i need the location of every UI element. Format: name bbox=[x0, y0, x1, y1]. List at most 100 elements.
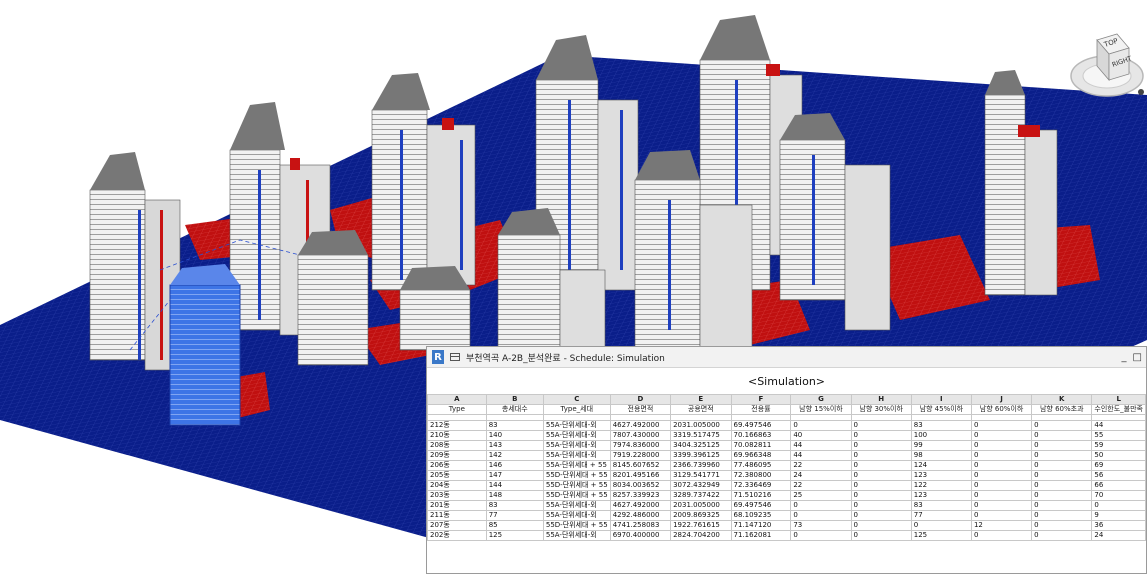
table-cell[interactable]: 69 bbox=[1091, 460, 1146, 471]
column-name-header[interactable]: 공용면적 bbox=[670, 404, 732, 415]
table-cell[interactable]: 0 bbox=[850, 460, 912, 471]
table-cell[interactable]: 3072.432949 bbox=[670, 480, 732, 491]
table-cell[interactable]: 72.380800 bbox=[730, 470, 792, 481]
column-letter-header[interactable]: J bbox=[970, 394, 1033, 405]
table-cell[interactable]: 4627.492000 bbox=[609, 420, 672, 431]
table-cell[interactable]: 0 bbox=[1031, 500, 1093, 511]
table-cell[interactable]: 55A-단위세대-외 bbox=[542, 530, 611, 541]
table-cell[interactable]: 0 bbox=[850, 520, 912, 531]
table-cell[interactable]: 59 bbox=[1091, 440, 1146, 451]
table-cell[interactable]: 9 bbox=[1091, 510, 1146, 521]
table-cell[interactable]: 55A-단위세대-외 bbox=[542, 450, 611, 461]
table-cell[interactable]: 2824.704200 bbox=[670, 530, 732, 541]
table-cell[interactable]: 205동 bbox=[427, 470, 487, 481]
table-cell[interactable]: 1922.761615 bbox=[670, 520, 732, 531]
table-cell[interactable]: 212동 bbox=[427, 420, 487, 431]
table-cell[interactable]: 69.497546 bbox=[730, 500, 792, 511]
table-cell[interactable]: 2031.005000 bbox=[670, 420, 732, 431]
table-cell[interactable]: 2366.739960 bbox=[670, 460, 732, 471]
table-cell[interactable]: 7919.228000 bbox=[609, 450, 672, 461]
table-cell[interactable]: 146 bbox=[485, 460, 544, 471]
table-cell[interactable]: 55A-단위세대-외 bbox=[542, 420, 611, 431]
table-cell[interactable]: 98 bbox=[910, 450, 972, 461]
column-name-header[interactable]: 남향 45%이하 bbox=[910, 404, 972, 415]
table-cell[interactable]: 0 bbox=[1031, 530, 1093, 541]
table-cell[interactable]: 22 bbox=[790, 460, 852, 471]
table-cell[interactable]: 83 bbox=[485, 500, 544, 511]
table-row[interactable]: 207동 85 55D-단위세대 + 55 4741.258083 1922.76161… bbox=[427, 520, 1146, 531]
table-cell[interactable]: 0 bbox=[970, 470, 1033, 481]
table-cell[interactable]: 83 bbox=[910, 500, 972, 511]
minimize-button[interactable]: _ bbox=[1122, 352, 1127, 363]
table-cell[interactable]: 0 bbox=[850, 500, 912, 511]
table-cell[interactable]: 69.966348 bbox=[730, 450, 792, 461]
table-cell[interactable]: 0 bbox=[790, 530, 852, 541]
column-letter-header[interactable]: G bbox=[790, 394, 852, 405]
table-cell[interactable]: 123 bbox=[910, 490, 972, 501]
table-row[interactable]: 202동 125 55A-단위세대-외 6970.400000 2824.704200 7… bbox=[427, 530, 1146, 541]
table-cell[interactable]: 12 bbox=[970, 520, 1033, 531]
table-cell[interactable]: 55D-단위세대 + 55 bbox=[542, 490, 611, 501]
table-cell[interactable]: 125 bbox=[485, 530, 544, 541]
table-cell[interactable]: 4292.486000 bbox=[609, 510, 672, 521]
table-cell[interactable]: 0 bbox=[790, 500, 852, 511]
table-cell[interactable]: 55A-단위세대-외 bbox=[542, 510, 611, 521]
column-name-header[interactable]: 전용면적 bbox=[609, 404, 672, 415]
table-cell[interactable]: 144 bbox=[485, 480, 544, 491]
table-cell[interactable]: 68.109235 bbox=[730, 510, 792, 521]
table-cell[interactable]: 142 bbox=[485, 450, 544, 461]
table-cell[interactable]: 203동 bbox=[427, 490, 487, 501]
table-cell[interactable]: 8201.495166 bbox=[609, 470, 672, 481]
table-cell[interactable]: 55D-단위세대 + 55 bbox=[542, 480, 611, 491]
table-cell[interactable]: 77.486095 bbox=[730, 460, 792, 471]
column-name-header[interactable]: Type bbox=[427, 404, 487, 415]
table-cell[interactable]: 99 bbox=[910, 440, 972, 451]
table-cell[interactable]: 0 bbox=[970, 490, 1033, 501]
table-cell[interactable]: 40 bbox=[790, 430, 852, 441]
table-cell[interactable]: 148 bbox=[485, 490, 544, 501]
table-cell[interactable]: 0 bbox=[970, 510, 1033, 521]
table-cell[interactable]: 0 bbox=[1031, 470, 1093, 481]
table-row[interactable]: 206동 146 55A-단위세대 + 55 8145.607652 2366.7399… bbox=[427, 460, 1146, 471]
table-cell[interactable]: 6970.400000 bbox=[609, 530, 672, 541]
table-cell[interactable]: 204동 bbox=[427, 480, 487, 491]
column-letter-header[interactable]: A bbox=[427, 394, 487, 405]
table-row[interactable]: 209동 142 55A-단위세대-외 7919.228000 3399.396125 6… bbox=[427, 450, 1146, 461]
table-cell[interactable]: 77 bbox=[485, 510, 544, 521]
table-cell[interactable]: 4627.492000 bbox=[609, 500, 672, 511]
table-cell[interactable]: 122 bbox=[910, 480, 972, 491]
table-cell[interactable]: 0 bbox=[970, 440, 1033, 451]
column-name-header[interactable]: 남향 60%이하 bbox=[970, 404, 1033, 415]
table-cell[interactable]: 8034.003652 bbox=[609, 480, 672, 491]
table-cell[interactable]: 71.162081 bbox=[730, 530, 792, 541]
column-letter-header[interactable]: B bbox=[485, 394, 544, 405]
table-cell[interactable]: 83 bbox=[485, 420, 544, 431]
table-cell[interactable]: 0 bbox=[850, 470, 912, 481]
table-cell[interactable]: 0 bbox=[850, 430, 912, 441]
table-cell[interactable]: 209동 bbox=[427, 450, 487, 461]
table-cell[interactable]: 0 bbox=[970, 480, 1033, 491]
table-cell[interactable]: 44 bbox=[790, 450, 852, 461]
table-cell[interactable]: 3319.517475 bbox=[670, 430, 732, 441]
table-cell[interactable]: 123 bbox=[910, 470, 972, 481]
table-row[interactable]: 203동 148 55D-단위세대 + 55 8257.339923 3289.7374… bbox=[427, 490, 1146, 501]
column-name-header[interactable]: 남향 15%이하 bbox=[790, 404, 852, 415]
table-cell[interactable]: 55D-단위세대 + 55 bbox=[542, 520, 611, 531]
table-row[interactable]: 205동 147 55D-단위세대 + 55 8201.495166 3129.5417… bbox=[427, 470, 1146, 481]
table-cell[interactable]: 25 bbox=[790, 490, 852, 501]
table-cell[interactable]: 55D-단위세대 + 55 bbox=[542, 470, 611, 481]
table-row[interactable]: 211동 77 55A-단위세대-외 4292.486000 2009.869325 68… bbox=[427, 510, 1146, 521]
table-cell[interactable]: 66 bbox=[1091, 480, 1146, 491]
table-cell[interactable]: 85 bbox=[485, 520, 544, 531]
table-row[interactable]: 208동 143 55A-단위세대-외 7974.836000 3404.325125 7… bbox=[427, 440, 1146, 451]
table-cell[interactable]: 55A-단위세대 + 55 bbox=[542, 460, 611, 471]
table-cell[interactable]: 8145.607652 bbox=[609, 460, 672, 471]
table-cell[interactable]: 140 bbox=[485, 430, 544, 441]
table-cell[interactable]: 0 bbox=[910, 520, 972, 531]
table-cell[interactable]: 70.166863 bbox=[730, 430, 792, 441]
column-name-header[interactable]: 수인한도_불만족 bbox=[1091, 404, 1146, 415]
table-cell[interactable]: 3289.737422 bbox=[670, 490, 732, 501]
column-name-header[interactable]: 총세대수 bbox=[485, 404, 544, 415]
table-cell[interactable]: 44 bbox=[1091, 420, 1146, 431]
table-cell[interactable]: 0 bbox=[1031, 450, 1093, 461]
